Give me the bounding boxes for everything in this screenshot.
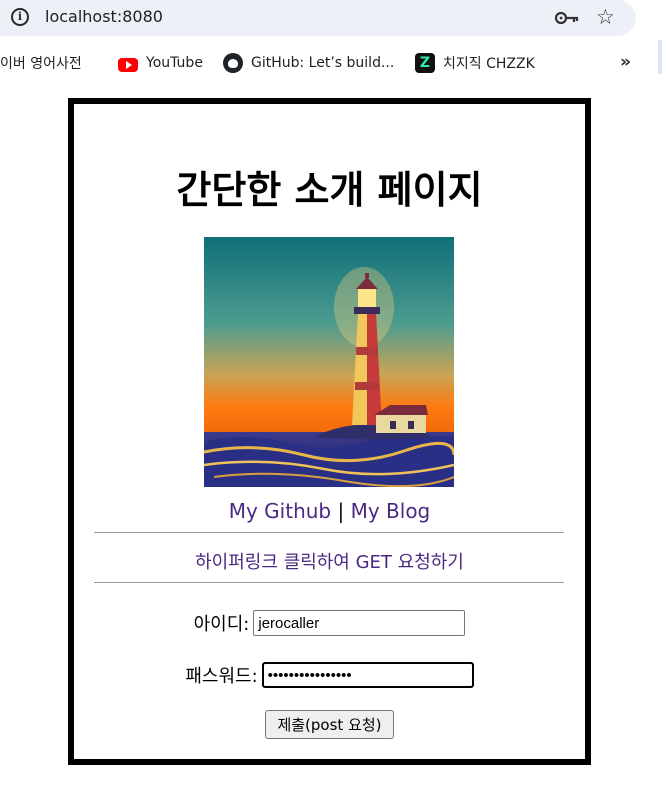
- bookmark-label: 치지직 CHZZK: [443, 56, 535, 72]
- lighthouse-image: [204, 237, 454, 487]
- youtube-icon: [118, 57, 138, 72]
- id-row: 아이디:: [74, 610, 585, 636]
- password-input[interactable]: [261, 662, 474, 688]
- address-bar[interactable]: i localhost:8080 ☆: [0, 0, 636, 36]
- page-title: 간단한 소개 페이지: [176, 168, 483, 212]
- link-separator: |: [337, 499, 345, 523]
- bookmark-chzzk[interactable]: Z 치지직 CHZZK: [415, 50, 535, 76]
- id-input[interactable]: [253, 610, 466, 636]
- bookmarks-bar: 이버 영어사전 YouTube GitHub: Let’s build... Z…: [0, 50, 666, 76]
- divider: [94, 582, 564, 583]
- profile-links: My Github | My Blog: [74, 499, 585, 523]
- key-icon[interactable]: [554, 9, 580, 27]
- github-icon: [223, 53, 243, 73]
- github-link[interactable]: My Github: [229, 499, 331, 523]
- bookmark-label: GitHub: Let’s build...: [251, 55, 395, 71]
- id-label: 아이디:: [193, 614, 250, 635]
- url-text[interactable]: localhost:8080: [45, 7, 163, 26]
- chzzk-icon: Z: [415, 53, 435, 73]
- browser-chrome: i localhost:8080 ☆ 이버 영어사전 YouTube GitHu…: [0, 0, 666, 88]
- bookmark-label: 이버 영어사전: [0, 56, 82, 72]
- submit-button[interactable]: 제출(post 요청): [265, 710, 394, 739]
- bookmark-star-icon[interactable]: ☆: [596, 6, 615, 28]
- bookmark-label: YouTube: [146, 55, 203, 71]
- blog-link[interactable]: My Blog: [351, 499, 431, 523]
- bookmark-dictionary[interactable]: 이버 영어사전: [0, 50, 82, 76]
- bookmarks-overflow-icon[interactable]: »: [620, 52, 631, 72]
- site-info-icon[interactable]: i: [11, 8, 29, 26]
- password-row: 패스워드:: [74, 662, 585, 688]
- bookmark-youtube[interactable]: YouTube: [118, 50, 203, 76]
- bookmark-github[interactable]: GitHub: Let’s build...: [223, 50, 394, 76]
- get-request-link[interactable]: 하이퍼링크 클릭하여 GET 요청하기: [74, 548, 585, 574]
- intro-card: 간단한 소개 페이지 My Github | My Blog 하이퍼링크 클릭하…: [68, 98, 591, 765]
- divider: [94, 532, 564, 533]
- password-label: 패스워드:: [185, 666, 258, 687]
